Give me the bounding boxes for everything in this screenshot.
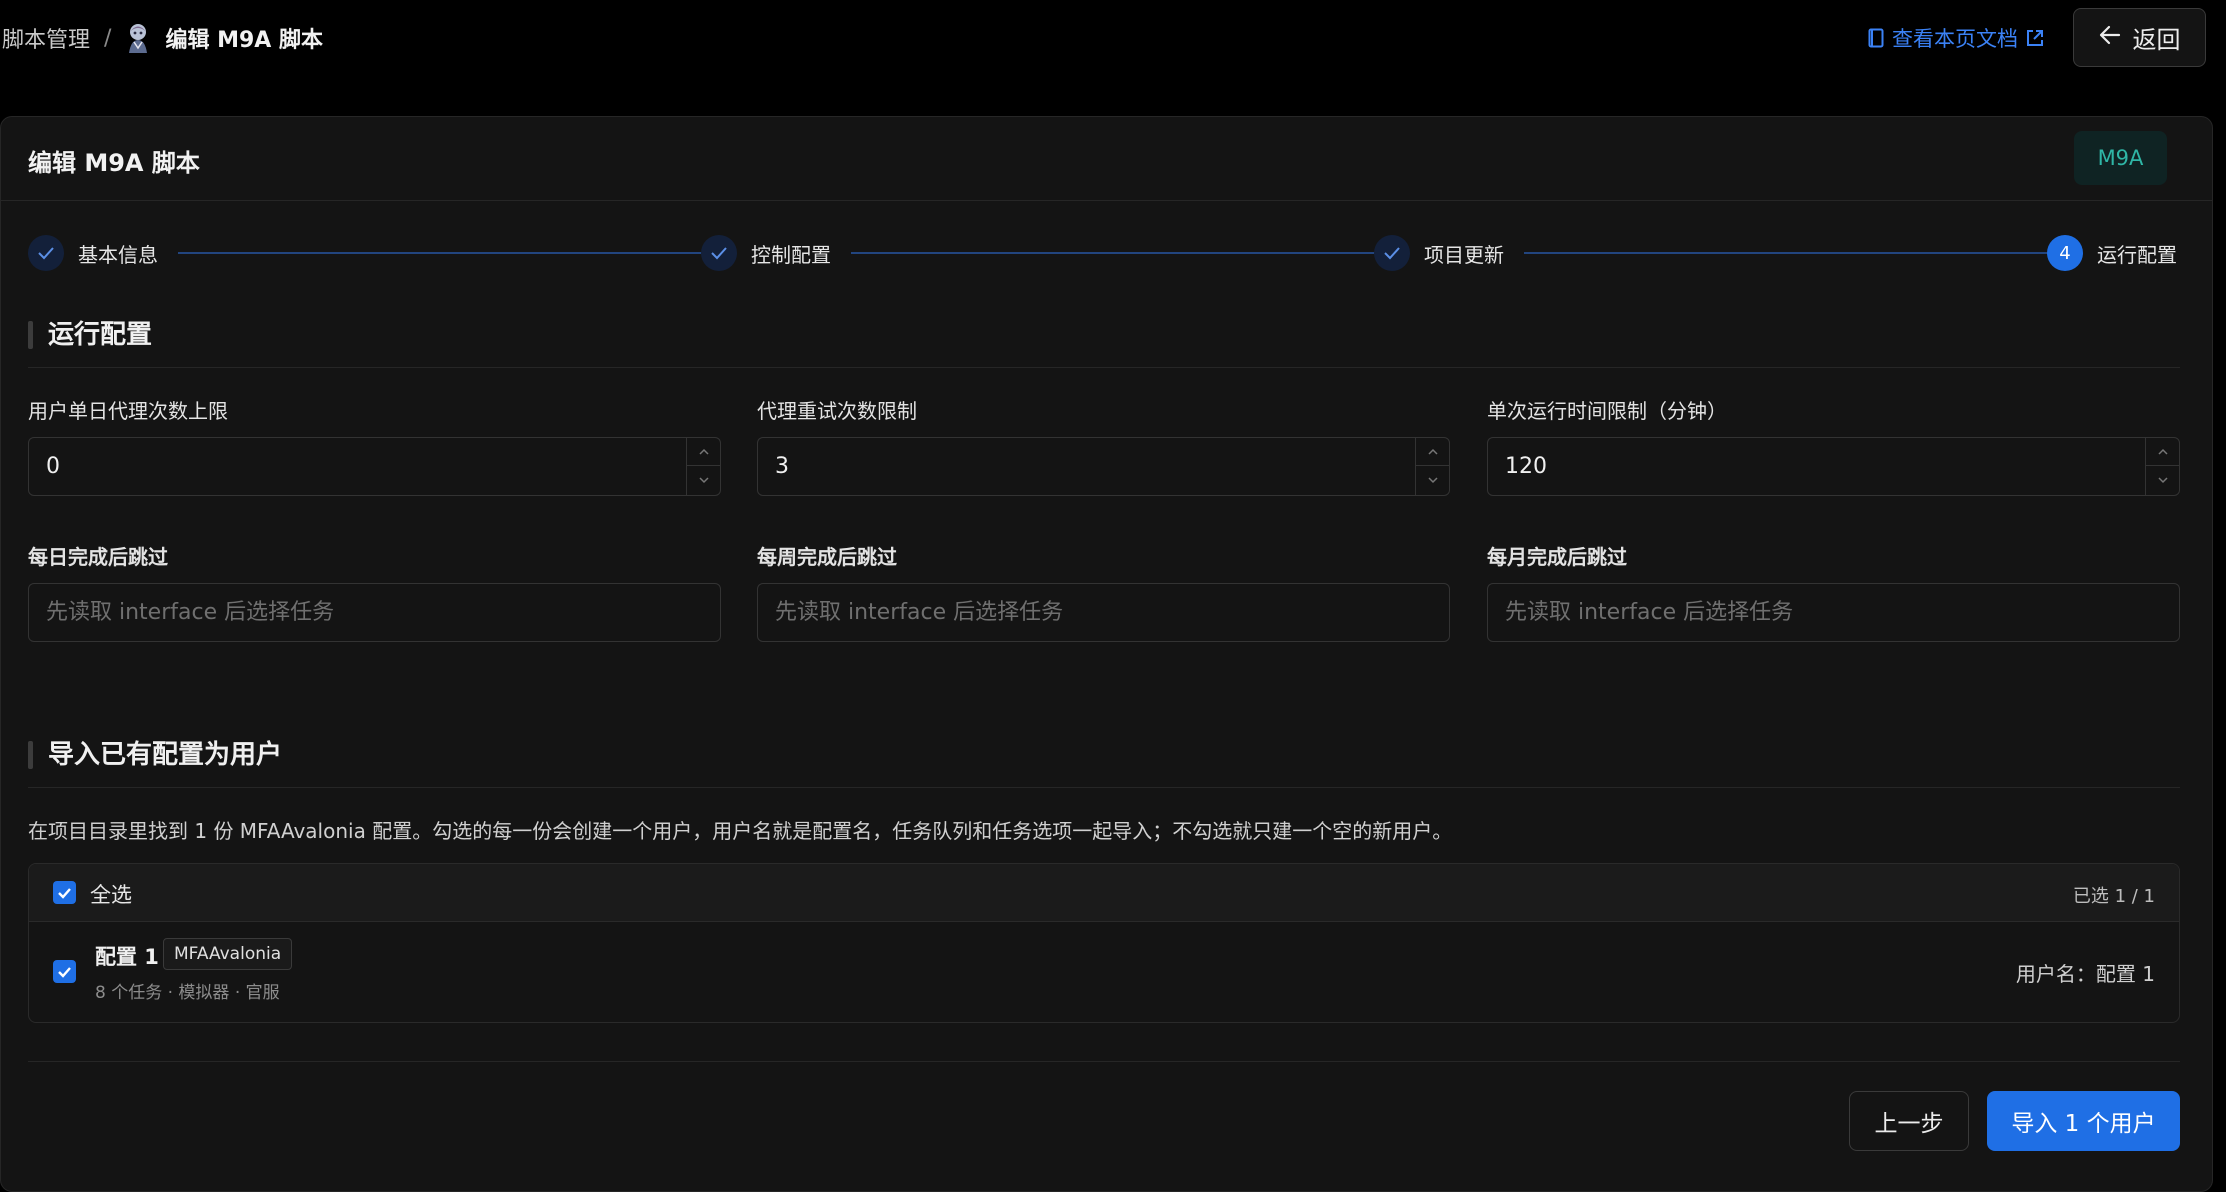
view-docs-label: 查看本页文档: [1892, 27, 2018, 51]
step-connector: [851, 252, 1384, 254]
retry-limit-label: 代理重试次数限制: [757, 399, 917, 423]
top-bar: 脚本管理 / 编辑 M9A 脚本 查看本页文档 返回: [0, 0, 2226, 76]
step-basic-info[interactable]: 基本信息: [28, 235, 158, 271]
breadcrumb-separator: /: [104, 25, 112, 51]
character-avatar-icon: [125, 23, 151, 53]
checkbox-checked-icon: [58, 966, 71, 978]
arrow-left-icon: [2099, 24, 2133, 52]
time-limit-value: 120: [1505, 454, 1547, 479]
daily-limit-label: 用户单日代理次数上限: [28, 399, 228, 423]
chevron-down-icon[interactable]: [2146, 466, 2180, 494]
breadcrumb: 脚本管理 / 编辑 M9A 脚本: [2, 22, 323, 54]
retry-limit-stepper: [1415, 438, 1450, 495]
check-icon: [1374, 235, 1410, 271]
step-control-config[interactable]: 控制配置: [701, 235, 831, 271]
script-type-tag: M9A: [2074, 131, 2167, 185]
config-list-header: 全选 已选 1 / 1: [29, 864, 2179, 922]
check-icon: [701, 235, 737, 271]
config-item-badge: MFAAvalonia: [163, 938, 293, 970]
time-limit-input[interactable]: 120: [1487, 437, 2180, 496]
selected-count: 已选 1 / 1: [2072, 886, 2155, 907]
skip-weekly-placeholder: 先读取 interface 后选择任务: [775, 600, 1064, 625]
skip-weekly-select[interactable]: 先读取 interface 后选择任务: [757, 583, 1450, 642]
chevron-down-icon[interactable]: [687, 466, 721, 494]
breadcrumb-parent-link[interactable]: 脚本管理: [2, 22, 90, 54]
step-run-config[interactable]: 4 运行配置: [2047, 235, 2177, 271]
retry-limit-input[interactable]: 3: [757, 437, 1450, 496]
config-item[interactable]: 配置 1 MFAAvalonia 8 个任务 · 模拟器 · 官服 用户名：配置…: [29, 922, 2179, 1022]
config-item-meta: 8 个任务 · 模拟器 · 官服: [95, 983, 280, 1003]
import-heading: 导入已有配置为用户: [28, 737, 282, 773]
daily-limit-value: 0: [46, 454, 60, 479]
card-title: 编辑 M9A 脚本: [28, 149, 200, 177]
edit-script-card: 编辑 M9A 脚本 M9A 基本信息 控制配置 项目更新 4 运行配置 运行配置…: [0, 116, 2213, 1192]
config-item-name: 配置 1: [95, 945, 159, 969]
view-docs-link[interactable]: 查看本页文档: [1868, 22, 2044, 54]
chevron-down-icon[interactable]: [1416, 466, 1450, 494]
back-button-label: 返回: [2132, 26, 2181, 54]
select-all-checkbox[interactable]: [53, 881, 76, 904]
step-connector: [178, 252, 711, 254]
step-project-update[interactable]: 项目更新: [1374, 235, 1504, 271]
check-icon: [28, 235, 64, 271]
step-indicator: 基本信息 控制配置 项目更新 4 运行配置: [28, 235, 2180, 275]
breadcrumb-current: 编辑 M9A 脚本: [165, 28, 323, 53]
step-label: 运行配置: [2097, 242, 2177, 267]
select-all-label: 全选: [90, 883, 132, 907]
previous-step-button[interactable]: 上一步: [1849, 1091, 1969, 1151]
step-number: 4: [2047, 235, 2083, 271]
chevron-up-icon[interactable]: [2146, 438, 2180, 466]
config-list: 全选 已选 1 / 1 配置 1 MFAAvalonia 8 个任务 · 模拟器…: [28, 863, 2180, 1023]
time-limit-label: 单次运行时间限制（分钟）: [1487, 399, 1727, 423]
skip-daily-label: 每日完成后跳过: [28, 545, 168, 569]
skip-weekly-label: 每周完成后跳过: [757, 545, 897, 569]
card-header: 编辑 M9A 脚本 M9A: [1, 117, 2212, 201]
import-users-button[interactable]: 导入 1 个用户: [1987, 1091, 2180, 1151]
checkbox-checked-icon: [58, 887, 71, 899]
config-item-checkbox[interactable]: [53, 960, 76, 983]
daily-limit-stepper: [686, 438, 721, 495]
daily-limit-input[interactable]: 0: [28, 437, 721, 496]
step-label: 控制配置: [751, 242, 831, 267]
chevron-up-icon[interactable]: [1416, 438, 1450, 466]
external-link-icon: [2026, 29, 2044, 47]
run-config-heading: 运行配置: [28, 317, 152, 353]
import-description: 在项目目录里找到 1 份 MFAAvalonia 配置。勾选的每一份会创建一个用…: [28, 819, 1453, 843]
footer-divider: [28, 1061, 2180, 1062]
section-divider: [28, 367, 2180, 368]
step-connector: [1524, 252, 2057, 254]
step-label: 项目更新: [1424, 242, 1504, 267]
section-divider: [28, 787, 2180, 788]
skip-monthly-placeholder: 先读取 interface 后选择任务: [1505, 600, 1794, 625]
step-label: 基本信息: [78, 242, 158, 267]
document-icon: [1868, 28, 1884, 48]
retry-limit-value: 3: [775, 454, 789, 479]
skip-monthly-select[interactable]: 先读取 interface 后选择任务: [1487, 583, 2180, 642]
skip-daily-placeholder: 先读取 interface 后选择任务: [46, 600, 335, 625]
skip-monthly-label: 每月完成后跳过: [1487, 545, 1627, 569]
back-button[interactable]: 返回: [2073, 8, 2206, 67]
chevron-up-icon[interactable]: [687, 438, 721, 466]
skip-daily-select[interactable]: 先读取 interface 后选择任务: [28, 583, 721, 642]
time-limit-stepper: [2145, 438, 2180, 495]
config-item-username: 用户名：配置 1: [2015, 962, 2155, 986]
